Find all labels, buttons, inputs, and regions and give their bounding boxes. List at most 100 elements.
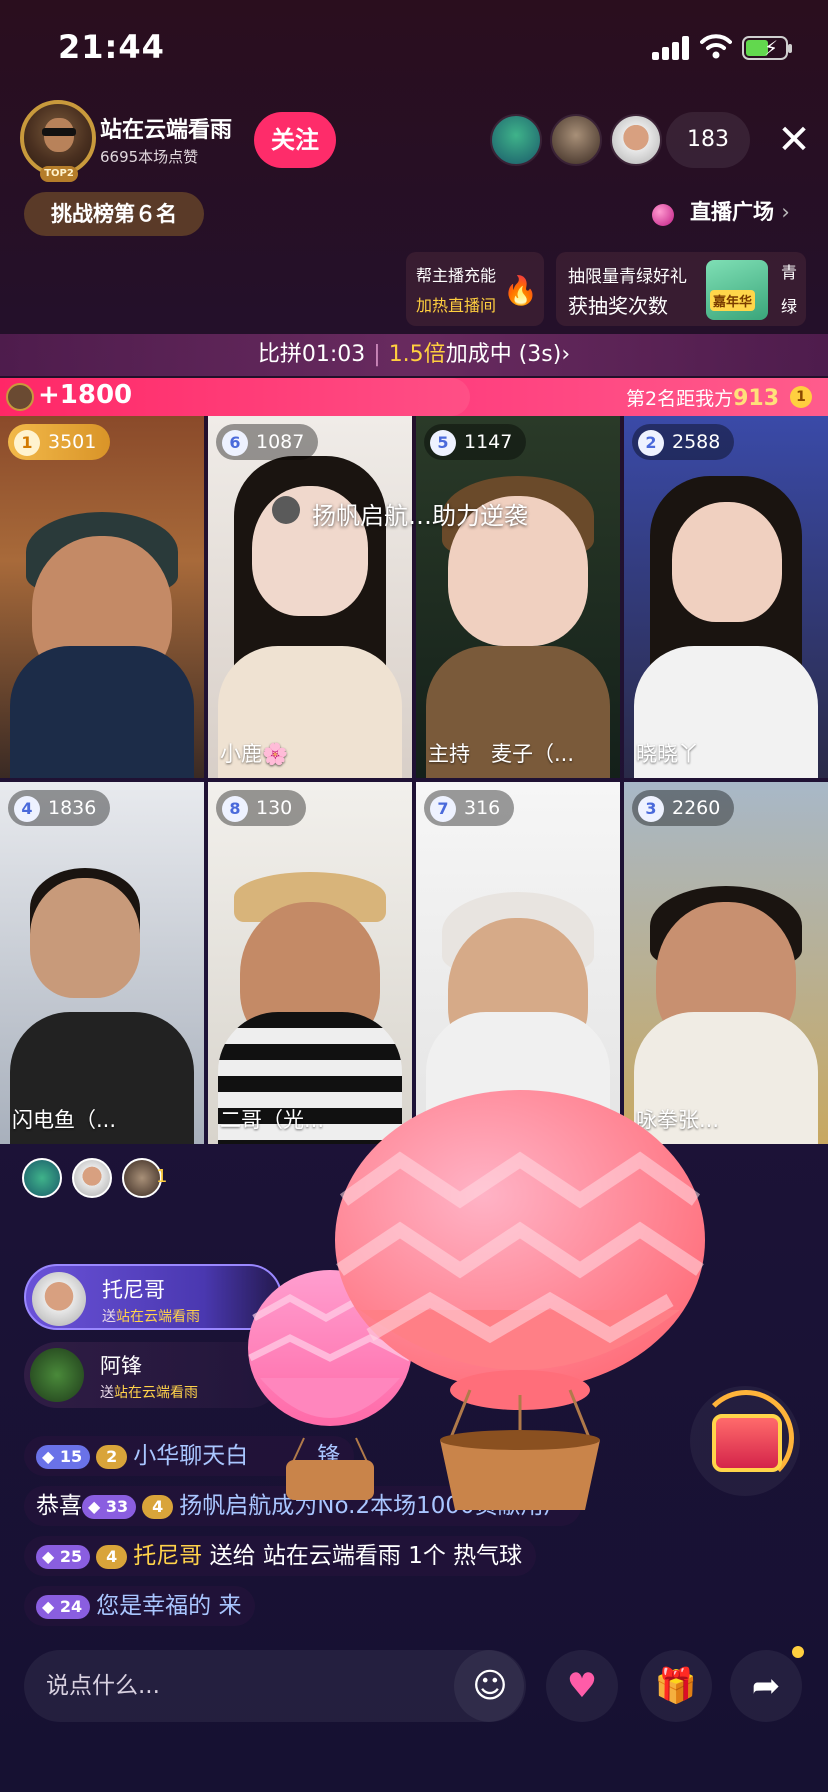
lottery-side-label: 青 绿 — [778, 256, 800, 324]
gift-sender: 阿锋 — [100, 1354, 142, 1378]
carnival-gift-icon: 嘉年华 — [706, 260, 768, 320]
video-cell[interactable]: 6 1087 小鹿🌸 — [208, 416, 412, 778]
user-level-badge: ◆ 33 — [82, 1494, 137, 1519]
fan-level-badge: 4 — [96, 1544, 128, 1569]
streamer-name: 晓晓丫 — [636, 742, 699, 766]
side-label-top: 青 — [780, 263, 797, 282]
video-cell[interactable]: 2 2588 晓晓丫 — [624, 416, 828, 778]
rank-number: 6 — [222, 429, 248, 456]
score-value: 2260 — [672, 797, 721, 819]
chat-message[interactable]: ◆ 25 4 托尼哥 送给 站在云端看雨 1个 热气球 — [24, 1536, 537, 1576]
level-value: 33 — [105, 1496, 129, 1516]
boost-promo[interactable]: 帮主播充能 加热直播间 🔥 — [406, 252, 544, 326]
rank-badge: 5 1147 — [424, 424, 527, 460]
rank-badge: 7 316 — [424, 790, 515, 826]
chevron-right-icon: › — [781, 200, 790, 224]
gift-target-name: 站在云端看雨 — [116, 1309, 200, 1325]
carnival-gift-label: 嘉年华 — [710, 290, 756, 311]
rank-badge: 8 130 — [216, 790, 307, 826]
boost-promo-subtitle: 加热直播间 — [416, 296, 497, 315]
avatar[interactable] — [32, 1272, 86, 1326]
avatar[interactable] — [22, 1158, 62, 1198]
rank-chip: 1 — [790, 386, 812, 408]
chat-text: 您是幸福的 来 — [96, 1593, 242, 1619]
lottery-promo-title: 抽限量青绿好礼 — [568, 267, 687, 287]
chevron-right-icon: › — [561, 342, 571, 367]
video-cell[interactable]: 1 3501 — [0, 416, 204, 778]
user-level-badge: ◆ 24 — [36, 1594, 91, 1619]
streamer-name: 二哥（光... — [220, 1108, 325, 1132]
rank-badge: 1 3501 — [8, 424, 111, 460]
level-value: 24 — [59, 1596, 83, 1616]
boost-promo-title: 帮主播充能 — [416, 266, 497, 285]
rank-number: 3 — [638, 795, 664, 822]
host-rank-badge: TOP2 — [40, 166, 78, 182]
chat-message[interactable]: ◆ 24 您是幸福的 来 — [24, 1586, 256, 1626]
gap-value: 913 — [733, 386, 780, 411]
battle-status-bar[interactable]: 比拼01:03 | 1.5倍加成中 (3s)› — [0, 334, 828, 376]
user-level-badge: ◆ 25 — [36, 1544, 91, 1569]
heart-icon[interactable]: ♥ — [546, 1650, 618, 1722]
comment-input[interactable]: 说点什么... — [24, 1650, 524, 1722]
share-icon[interactable]: ➦ — [730, 1650, 802, 1722]
gap-to-second: 第2名距我方913 — [626, 384, 779, 411]
avatar[interactable] — [490, 114, 542, 166]
score-progress-bar: +1800 第2名距我方913 1 — [0, 378, 828, 416]
battle-multiplier: 1.5倍 — [388, 342, 446, 367]
gift-target-name: 站在云端看雨 — [114, 1385, 198, 1401]
level-value: 15 — [59, 1446, 83, 1466]
score-plus: +1800 — [38, 380, 133, 410]
fan-level-badge: 4 — [142, 1494, 174, 1519]
battle-bonus: 加成中 (3s) — [445, 342, 562, 367]
lottery-promo[interactable]: 抽限量青绿好礼 获抽奖次数 嘉年华 青 绿 — [556, 252, 806, 326]
score-value: 2588 — [672, 431, 721, 453]
follow-button[interactable]: 关注 — [254, 112, 336, 168]
score-value: 316 — [464, 797, 501, 819]
avatar — [6, 383, 34, 411]
viewer-count[interactable]: 183 — [666, 112, 750, 168]
streamer-name: 小鹿🌸 — [220, 742, 289, 766]
gift-sender: 托尼哥 — [102, 1278, 165, 1302]
rank-number: 2 — [638, 429, 664, 456]
level-value: 25 — [59, 1546, 83, 1566]
chat-user[interactable]: 托尼哥 — [133, 1543, 202, 1569]
battery-icon: ⚡ — [742, 36, 792, 60]
user-level-badge: ◆ 15 — [36, 1444, 91, 1469]
streamer-name: 主持 麦子（... — [428, 742, 575, 766]
rank-number: 7 — [430, 795, 456, 822]
gift-prefix: 送 — [100, 1385, 114, 1401]
avatar[interactable] — [72, 1158, 112, 1198]
avatar[interactable] — [550, 114, 602, 166]
rank-number: 4 — [14, 795, 40, 822]
gift-target: 送站在云端看雨 — [102, 1306, 200, 1326]
rank-badge: 6 1087 — [216, 424, 319, 460]
emoji-icon[interactable]: ☺ — [454, 1650, 526, 1722]
score-value: 1836 — [48, 797, 97, 819]
fire-icon: 🔥 — [503, 274, 538, 307]
score-value: 1087 — [256, 431, 305, 453]
mini-count: 1 — [156, 1166, 168, 1187]
host-likes: 6695本场点赞 — [100, 148, 199, 166]
gift-target: 送站在云端看雨 — [100, 1382, 198, 1402]
status-bar: 21:44 ⚡ — [0, 0, 828, 96]
rank-badge: 2 2588 — [632, 424, 735, 460]
close-icon[interactable]: ✕ — [774, 120, 814, 160]
host-name: 站在云端看雨 — [100, 118, 233, 143]
battle-timer: 比拼01:03 — [257, 342, 366, 367]
video-cell[interactable]: 5 1147 主持 麦子（... — [416, 416, 620, 778]
live-plaza-link[interactable]: 直播广场 › — [650, 196, 790, 226]
lottery-promo-subtitle: 获抽奖次数 — [568, 294, 668, 318]
gap-label: 第2名距我方 — [626, 388, 734, 410]
rank-number: 5 — [430, 429, 456, 456]
side-label-bottom: 绿 — [780, 297, 797, 316]
host-avatar[interactable] — [20, 100, 96, 176]
gift-prefix: 送 — [102, 1309, 116, 1325]
avatar[interactable] — [610, 114, 662, 166]
fan-level-badge: 2 — [96, 1444, 128, 1469]
video-cell[interactable]: 4 1836 闪电鱼（... — [0, 782, 204, 1144]
rank-badge: 4 1836 — [8, 790, 111, 826]
challenge-rank-badge[interactable]: 挑战榜第６名 — [24, 192, 204, 236]
avatar[interactable] — [30, 1348, 84, 1402]
wifi-icon — [700, 34, 732, 59]
gift-icon[interactable]: 🎁 — [640, 1650, 712, 1722]
